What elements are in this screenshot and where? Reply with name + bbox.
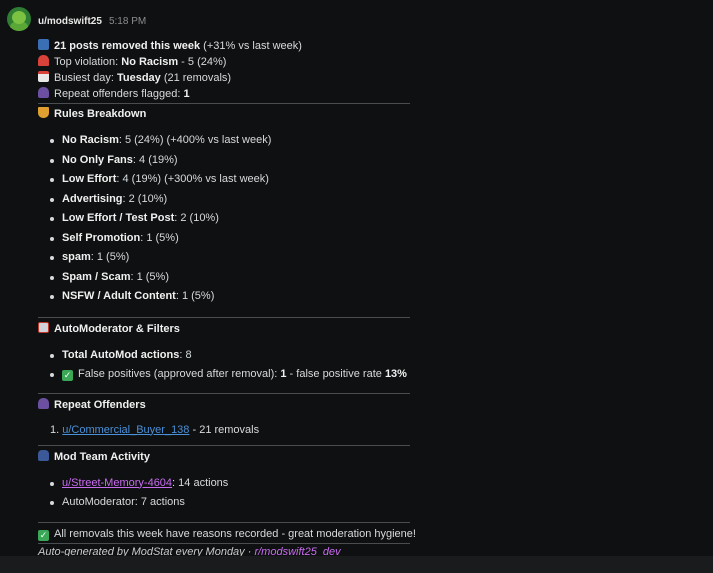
mod-user-link[interactable]: u/Street-Memory-4604	[62, 477, 172, 489]
rules-breakdown-title: Rules Breakdown	[38, 105, 410, 123]
divider	[38, 444, 410, 446]
divider	[38, 521, 410, 523]
divider	[38, 316, 410, 318]
bar-chart-icon	[38, 39, 49, 50]
list-item: AutoModerator: 7 actions	[38, 493, 410, 513]
person-silhouette-icon	[38, 87, 49, 98]
siren-icon	[38, 55, 49, 66]
username[interactable]: u/modswift25	[38, 16, 102, 27]
robot-icon	[38, 321, 49, 333]
repeat-offenders-title: Repeat Offenders	[38, 396, 410, 414]
offenders-list: 1. u/Commercial_Buyer_138 - 21 removals	[38, 420, 410, 440]
check-mark-icon: ✓	[62, 370, 73, 381]
list-item: Low Effort / Test Post: 2 (10%)	[38, 209, 410, 229]
calendar-icon	[38, 71, 49, 82]
message-header: u/modswift25 5:18 PM	[38, 14, 146, 28]
offender-user-link[interactable]: u/Commercial_Buyer_138	[62, 424, 189, 436]
list-item: No Only Fans: 4 (19%)	[38, 151, 410, 171]
automod-title: AutoModerator & Filters	[38, 320, 410, 338]
list-item: Advertising: 2 (10%)	[38, 190, 410, 210]
person-silhouette-icon	[38, 397, 49, 409]
user-avatar[interactable]	[7, 7, 31, 31]
list-item: ✓ False positives (approved after removal…	[38, 365, 410, 385]
list-item: Spam / Scam: 1 (5%)	[38, 268, 410, 288]
list-item: No Racism: 5 (24%) (+400% vs last week)	[38, 131, 410, 151]
list-item: Self Promotion: 1 (5%)	[38, 229, 410, 249]
top-violation: Top violation: No Racism - 5 (24%)	[38, 54, 410, 70]
list-item: Total AutoMod actions: 8	[38, 346, 410, 366]
team-list: u/Street-Memory-4604: 14 actions AutoMod…	[38, 474, 410, 513]
bottom-bar	[0, 556, 713, 573]
busiest-day: Busiest day: Tuesday (21 removals)	[38, 70, 410, 86]
removed-summary: 21 posts removed this week (+31% vs last…	[38, 38, 410, 54]
check-mark-icon: ✓	[38, 529, 49, 541]
divider	[38, 392, 410, 394]
divider	[38, 103, 410, 104]
list-item: spam: 1 (5%)	[38, 248, 410, 268]
repeat-offenders-count: Repeat offenders flagged: 1	[38, 86, 410, 102]
rules-list: No Racism: 5 (24%) (+400% vs last week) …	[38, 131, 410, 307]
mod-team-title: Mod Team Activity	[38, 448, 410, 466]
list-item: NSFW / Adult Content: 1 (5%)	[38, 287, 410, 307]
timestamp: 5:18 PM	[108, 16, 147, 27]
list-item: 1. u/Commercial_Buyer_138 - 21 removals	[50, 423, 260, 436]
chat-message: u/modswift25 5:18 PM 21 posts removed th…	[0, 0, 713, 558]
closing-note: ✓ All removals this week have reasons rec…	[38, 527, 416, 541]
automod-list: Total AutoMod actions: 8 ✓ False positive…	[38, 346, 410, 385]
list-item: Low Effort: 4 (19%) (+300% vs last week)	[38, 170, 410, 190]
message-body: 21 posts removed this week (+31% vs last…	[38, 38, 416, 560]
list-item: u/Street-Memory-4604: 14 actions	[38, 474, 410, 494]
scales-icon	[38, 107, 49, 118]
police-officer-icon	[38, 449, 49, 461]
